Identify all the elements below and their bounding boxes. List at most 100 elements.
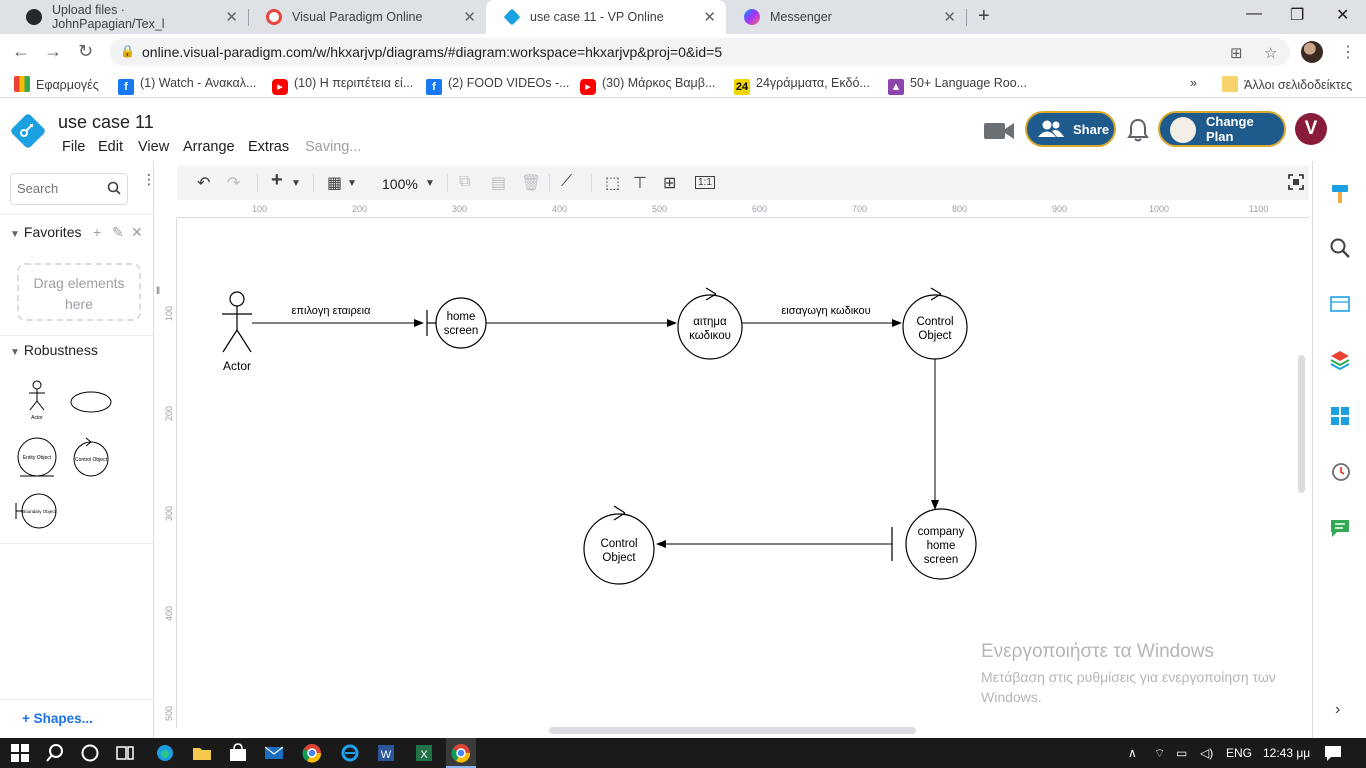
paste-icon[interactable]: ▤ [491, 173, 506, 193]
vertical-scrollbar[interactable] [1298, 355, 1305, 493]
volume-icon[interactable]: ◁) [1200, 746, 1213, 760]
delete-icon[interactable]: 🗑 [521, 173, 541, 193]
browser-menu-icon[interactable]: ⋮ [1340, 42, 1356, 62]
layers-icon[interactable] [1329, 349, 1351, 371]
notifications-bell-icon[interactable] [1127, 118, 1149, 142]
edge-browser-icon[interactable] [155, 743, 175, 763]
favorites-dropzone[interactable]: Drag elements here [17, 263, 141, 321]
robustness-header[interactable]: ▼ Robustness [10, 342, 98, 358]
actual-size-icon[interactable]: 1:1 [695, 176, 715, 189]
battery-icon[interactable]: ▭ [1176, 746, 1187, 760]
bookmark-youtube-1[interactable]: ▸ (10) Η περιπέτεια εί... [272, 76, 413, 95]
align-top-icon[interactable]: ⊤ [633, 173, 647, 193]
menu-arrange[interactable]: Arrange [183, 139, 235, 155]
control-password-request[interactable]: αιτημα κωδικου [677, 287, 743, 360]
expand-chevron-right-icon[interactable]: › [1335, 701, 1340, 719]
connector-select-company[interactable]: επιλογη εταιρεια [252, 305, 424, 327]
bookmarks-overflow[interactable]: » [1190, 76, 1197, 90]
bookmark-24grammata[interactable]: 24 24γράμματα, Εκδό... [734, 76, 870, 95]
actor-shape[interactable]: Actor [222, 291, 252, 373]
close-favorites-icon[interactable]: ✕ [131, 224, 143, 241]
search-icon[interactable] [107, 181, 121, 195]
palette-usecase-ellipse[interactable] [70, 391, 112, 413]
panel-more-icon[interactable]: ⋮ [142, 171, 156, 188]
clock[interactable]: 12:43 μμ [1263, 746, 1310, 760]
undo-icon[interactable]: ↶ [197, 173, 210, 193]
store-icon[interactable] [228, 743, 248, 763]
task-view-icon[interactable] [115, 743, 135, 763]
tab-messenger[interactable]: Messenger ✕ [726, 0, 966, 34]
edit-pencil-icon[interactable]: ✎ [112, 224, 124, 241]
excel-icon[interactable]: X [414, 743, 434, 763]
bookmark-apps[interactable]: Εφαρμογές [14, 76, 99, 92]
outline-icon[interactable] [1329, 405, 1351, 427]
address-bar[interactable]: 🔒 online.visual-paradigm.com/w/hkxarjvp/… [110, 38, 1290, 66]
action-center-icon[interactable] [1324, 744, 1342, 762]
tab-github[interactable]: Upload files · JohnPapagian/Tex_l ✕ [8, 0, 248, 34]
shape-search-box[interactable] [10, 173, 128, 205]
menu-extras[interactable]: Extras [248, 139, 289, 155]
palette-control-object[interactable]: Control Object [73, 437, 109, 477]
control-object-2[interactable]: Control Object [583, 505, 655, 585]
more-shapes-link[interactable]: + Shapes... [22, 711, 93, 726]
bookmark-facebook-food[interactable]: f (2) FOOD VIDEOs -... [426, 76, 570, 95]
distribute-icon[interactable]: ⊞ [663, 173, 676, 193]
back-icon[interactable]: ← [12, 41, 30, 62]
close-icon[interactable]: ✕ [463, 8, 476, 26]
menu-file[interactable]: File [62, 139, 85, 155]
chevron-down-icon[interactable]: ▼ [347, 178, 357, 189]
insert-plus-icon[interactable]: + [271, 169, 283, 192]
format-brush-icon[interactable]: ⟋ [561, 173, 572, 191]
bookmark-youtube-2[interactable]: ▸ (30) Μάρκος Βαμβ... [580, 76, 715, 95]
horizontal-scrollbar[interactable] [549, 727, 916, 734]
grid-icon[interactable]: ▦ [327, 173, 342, 193]
restore-icon[interactable]: ❐ [1290, 5, 1304, 25]
menu-view[interactable]: View [138, 139, 169, 155]
tray-chevron-up-icon[interactable]: ∧ [1128, 746, 1137, 760]
vp-logo-icon[interactable] [10, 113, 46, 149]
format-paint-icon[interactable] [1329, 183, 1351, 205]
palette-boundary-object[interactable]: Boundary Object [15, 493, 57, 529]
window-close-icon[interactable]: ✕ [1336, 5, 1349, 25]
reload-icon[interactable]: ↻ [78, 41, 93, 62]
menu-edit[interactable]: Edit [98, 139, 123, 155]
boundary-home-screen[interactable]: home screen [426, 297, 487, 349]
control-object-1[interactable]: Control Object [902, 287, 968, 360]
input-language[interactable]: ENG [1226, 746, 1252, 760]
new-tab-button[interactable]: + [978, 5, 990, 28]
forward-icon[interactable]: → [44, 41, 62, 62]
favorites-header[interactable]: ▼ Favorites [10, 224, 81, 240]
panel-resize-handle[interactable]: ‖ [156, 286, 160, 297]
video-call-icon[interactable] [983, 120, 1015, 142]
tab-use-case-11[interactable]: use case 11 - VP Online ✕ [486, 0, 726, 34]
copy-icon[interactable]: ⧉ [459, 173, 470, 191]
zoom-level[interactable]: 100% [382, 176, 418, 192]
palette-entity-object[interactable]: Entity Object [17, 437, 57, 477]
other-bookmarks[interactable]: Άλλοι σελιδοδείκτες [1222, 76, 1352, 92]
close-icon[interactable]: ✕ [225, 8, 238, 26]
shape-search-input[interactable] [17, 181, 101, 196]
chrome-icon[interactable] [302, 743, 322, 763]
bookmark-facebook-watch[interactable]: f (1) Watch - Ανακαλ... [118, 76, 256, 95]
taskbar-search-icon[interactable] [45, 743, 65, 763]
search-icon[interactable] [1329, 237, 1351, 259]
active-chrome-taskbar-item[interactable] [446, 738, 476, 768]
profile-avatar[interactable] [1301, 41, 1323, 63]
lock-icon[interactable]: 🔒 [120, 44, 135, 58]
comments-icon[interactable] [1329, 517, 1351, 539]
fullscreen-icon[interactable] [1288, 174, 1304, 190]
zoom-chevron-down-icon[interactable]: ▼ [425, 178, 435, 189]
network-icon[interactable]: ⌔ [1154, 746, 1165, 761]
file-explorer-icon[interactable] [192, 743, 212, 763]
close-icon[interactable]: ✕ [943, 8, 956, 26]
redo-icon[interactable]: ↷ [227, 173, 240, 193]
history-icon[interactable] [1329, 461, 1351, 483]
boundary-company-home-screen[interactable]: company home screen [891, 508, 977, 580]
change-plan-button[interactable]: Change Plan [1158, 111, 1286, 147]
internet-explorer-icon[interactable] [340, 743, 360, 763]
document-title[interactable]: use case 11 [58, 112, 154, 133]
close-icon[interactable]: ✕ [703, 8, 716, 26]
share-button[interactable]: Share [1025, 111, 1116, 147]
chevron-down-icon[interactable]: ▼ [291, 178, 301, 189]
select-region-icon[interactable]: ⬚ [605, 173, 620, 193]
